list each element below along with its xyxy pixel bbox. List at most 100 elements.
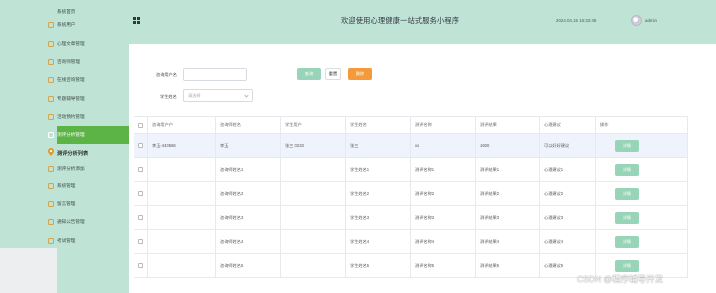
sidebar-item[interactable]: 活动预约管理 [48,108,129,126]
sidebar-item-label: 系统首页 [57,9,76,14]
sidebar-item-label: 咨询师管理 [57,59,80,64]
detail-button[interactable]: 详情 [615,235,639,248]
page-title: 欢迎使用心理健康一站式服务小程序 [341,16,460,25]
row-checkbox[interactable] [138,122,143,128]
row-checkbox-cell [134,117,148,133]
sidebar-item[interactable]: 测评分析添加 [48,160,129,178]
menu-item-icon [48,41,54,47]
menu-item-icon [48,183,54,189]
action-cell: 详情 [596,134,688,157]
detail-button[interactable]: 详情 [615,187,639,200]
header-username[interactable]: admin [645,18,657,23]
row-checkbox[interactable] [138,167,143,172]
table-cell: 测评名称4 [411,230,476,253]
column-header: 操作 [596,117,688,133]
student-name-select[interactable]: 请选择 [183,89,253,102]
sidebar-item-label: 考试管理 [57,238,76,243]
table-cell: 咨询师姓名2 [216,182,281,205]
table-cell: 测评结果2 [476,182,540,205]
table-row[interactable]: 咨询师姓名4 学生姓名4 测评名称4 测评结果4 心理建议4 详情 [134,230,688,254]
sidebar-item[interactable]: 留言管理 [48,195,129,213]
table-header-row: 咨询用户户 咨询师姓名 学生用户 学生姓名 测评名称 测评结果 心理建议 操作 [134,117,688,134]
row-checkbox[interactable] [138,215,143,220]
column-header: 学生用户 [281,117,346,133]
table-cell: 学生姓名2 [346,182,411,205]
table-cell: 学生姓名5 [346,254,411,277]
row-checkbox-cell [134,206,148,229]
detail-button[interactable]: 详情 [615,139,639,152]
sidebar-item-label: 专题辅导管理 [57,96,85,101]
student-name-placeholder: 请选择 [188,92,201,98]
table-cell: 李玉-443566 [148,134,216,157]
column-header: 学生姓名 [346,117,411,133]
table-cell: 测评结果5 [476,254,540,277]
table-cell [148,158,216,181]
row-checkbox-cell [134,230,148,253]
table-cell: 测评结果1 [476,158,540,181]
table-cell: 咨询师姓名5 [216,254,281,277]
main-content: 咨询用户名 查询 重置 删除 学生姓名 请选择 咨询用户户 咨询师姓名 学生用户 学生… [129,44,716,293]
student-name-label: 学生姓名 [160,94,177,99]
menu-toggle-icon[interactable] [133,17,140,24]
sidebar-item[interactable]: 系统管理 [48,177,129,195]
table-cell [281,158,346,181]
table-cell [281,182,346,205]
table-cell: 心理建议1 [540,158,596,181]
table-cell [148,182,216,205]
action-cell: 详情 [596,206,688,229]
menu-item-icon [48,132,54,138]
column-header: 心理建议 [540,117,596,133]
row-checkbox-cell [134,254,148,277]
chevron-down-icon [244,93,249,98]
detail-button[interactable]: 详情 [615,163,639,176]
sidebar-item[interactable]: 在线咨询管理 [48,71,129,89]
column-header: 测评名称 [411,117,476,133]
sidebar-item-label: 通知公告管理 [57,219,85,224]
detail-button[interactable]: 详情 [615,211,639,224]
table-row[interactable]: 咨询师姓名2 学生姓名2 测评名称2 测评结果2 心理建议2 详情 [134,182,688,206]
delete-button[interactable]: 删除 [348,68,372,80]
table-row[interactable]: 咨询师姓名1 学生姓名1 测评名称1 测评结果1 心理建议1 详情 [134,158,688,182]
sidebar-item-label: 测评分析管理 [57,132,85,137]
reset-button[interactable]: 重置 [325,68,341,80]
sidebar-item[interactable]: 测评分析管理 [48,126,129,144]
table-row[interactable]: 咨询师姓名3 学生姓名3 测评名称3 测评结果3 心理建议3 详情 [134,206,688,230]
app-root: 系统首页 系统用户 心理文章管理 咨询师管理 在线咨询管理 专题辅导管理 活动预约管理 测评分… [0,0,716,293]
table-cell: 测评结果4 [476,230,540,253]
column-header: 测评结果 [476,117,540,133]
menu-item-icon [48,59,54,65]
sidebar-item[interactable]: 通知公告管理 [48,213,129,231]
sidebar-item-label: 留言管理 [57,201,76,206]
table-cell: 咨询师姓名3 [216,206,281,229]
table-cell: 张三 0233 [281,134,346,157]
row-checkbox[interactable] [138,143,143,148]
row-checkbox[interactable] [138,239,143,244]
table-cell [148,254,216,277]
table-cell: 学生姓名1 [346,158,411,181]
row-checkbox[interactable] [138,191,143,196]
consult-user-label: 咨询用户名 [156,72,177,77]
sidebar-item-label: 测评分析列表 [57,150,89,157]
search-button[interactable]: 查询 [297,68,321,80]
action-cell: 详情 [596,230,688,253]
table-cell: 测评名称2 [411,182,476,205]
table-cell: 测评结果3 [476,206,540,229]
avatar[interactable] [631,15,642,26]
data-table: 咨询用户户 咨询师姓名 学生用户 学生姓名 测评名称 测评结果 心理建议 操作 李玉-44356… [134,116,688,278]
sidebar-item[interactable]: 考试管理 [48,232,129,250]
table-cell: 张三 [346,134,411,157]
table-cell: 1600 [476,134,540,157]
sidebar-item[interactable]: 系统用户 [48,16,129,34]
table-row[interactable]: 李玉-443566 李玉 张三 0233 张三 xx 1600 可以好好建议 详情 [134,134,688,158]
table-cell: 测评名称1 [411,158,476,181]
sidebar-item[interactable]: 心理文章管理 [48,35,129,53]
header-bar: 欢迎使用心理健康一站式服务小程序 2024.04.15 16:32:48 adm… [129,0,716,44]
detail-button[interactable]: 详情 [615,259,639,272]
sidebar-item[interactable]: 咨询师管理 [48,53,129,71]
row-checkbox-cell [134,158,148,181]
table-cell: 咨询师姓名4 [216,230,281,253]
sidebar-item[interactable]: 专题辅导管理 [48,90,129,108]
consult-user-input[interactable] [183,68,247,81]
menu-item-icon [48,219,54,225]
row-checkbox[interactable] [138,263,143,268]
